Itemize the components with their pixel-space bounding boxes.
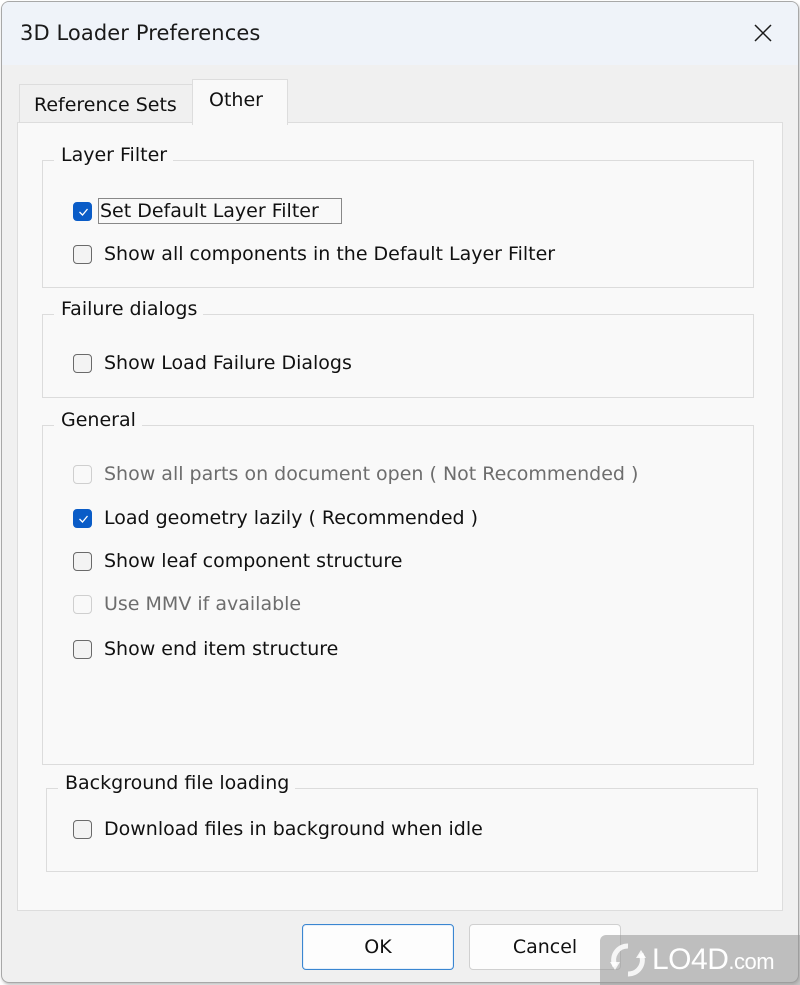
group-layer-filter: Layer Filter Set Default Layer Filter Sh… [42, 143, 754, 288]
watermark-logo-icon [608, 940, 648, 980]
checkbox-show-all-parts[interactable]: Show all parts on document open ( Not Re… [73, 461, 641, 487]
checkbox-download-in-background[interactable]: Download files in background when idle [73, 816, 486, 842]
tab-label: Other [209, 89, 263, 111]
tab-panel-other: Layer Filter Set Default Layer Filter Sh… [17, 122, 783, 911]
group-failure-dialogs: Failure dialogs Show Load Failure Dialog… [42, 297, 754, 398]
checkbox-label: Show end item structure [104, 638, 339, 660]
checkbox-label: Load geometry lazily ( Recommended ) [104, 507, 479, 529]
preferences-dialog: 3D Loader Preferences Reference Sets Oth… [1, 1, 799, 983]
checkbox-show-load-failure-dialogs[interactable]: Show Load Failure Dialogs [73, 350, 355, 376]
checkbox-load-geometry-lazily[interactable]: Load geometry lazily ( Recommended ) [73, 505, 481, 531]
checkbox-label: Show leaf component structure [104, 550, 403, 572]
watermark: LO4D.com [600, 935, 800, 985]
group-general: General Show all parts on document open … [42, 408, 754, 765]
watermark-brand: LO4D [652, 943, 729, 976]
checkbox[interactable] [73, 551, 92, 571]
watermark-text: LO4D.com [652, 943, 775, 977]
checkbox[interactable] [73, 353, 92, 373]
tab-other[interactable]: Other [192, 79, 288, 125]
checkbox-show-leaf-component-structure[interactable]: Show leaf component structure [73, 548, 405, 574]
close-button[interactable] [730, 2, 798, 65]
checkbox-label: Set Default Layer Filter [98, 198, 342, 224]
checkbox-show-end-item-structure[interactable]: Show end item structure [73, 636, 341, 662]
checkbox[interactable] [73, 508, 92, 528]
ok-button[interactable]: OK [302, 924, 454, 970]
group-legend: General [54, 408, 142, 432]
checkbox-label: Show Load Failure Dialogs [104, 352, 352, 374]
checkbox[interactable] [73, 639, 92, 659]
tab-reference-sets[interactable]: Reference Sets [19, 84, 194, 123]
close-icon [754, 24, 772, 42]
cancel-button[interactable]: Cancel [469, 924, 621, 970]
checkmark-icon [79, 515, 88, 523]
checkbox-label: Show all parts on document open ( Not Re… [104, 463, 639, 485]
checkbox-show-all-components[interactable]: Show all components in the Default Layer… [73, 241, 558, 267]
checkbox[interactable] [73, 594, 92, 614]
group-legend: Background file loading [58, 771, 296, 795]
group-legend: Failure dialogs [54, 297, 204, 321]
checkbox[interactable] [73, 819, 92, 839]
checkbox[interactable] [73, 244, 92, 264]
checkbox-label: Use MMV if available [104, 593, 302, 615]
dialog-title: 3D Loader Preferences [20, 21, 261, 45]
checkbox[interactable] [73, 464, 92, 484]
checkbox-label: Show all components in the Default Layer… [104, 243, 556, 265]
checkbox-use-mmv[interactable]: Use MMV if available [73, 591, 304, 617]
checkbox-set-default-layer-filter[interactable]: Set Default Layer Filter [73, 198, 342, 224]
group-legend: Layer Filter [54, 143, 174, 167]
checkmark-icon [79, 208, 88, 216]
title-bar: 3D Loader Preferences [2, 2, 798, 65]
tab-label: Reference Sets [34, 94, 177, 116]
watermark-suffix: .com [728, 949, 775, 974]
checkbox-label: Download files in background when idle [104, 818, 483, 840]
checkbox[interactable] [73, 201, 92, 221]
group-background-file-loading: Background file loading Download files i… [46, 771, 758, 872]
